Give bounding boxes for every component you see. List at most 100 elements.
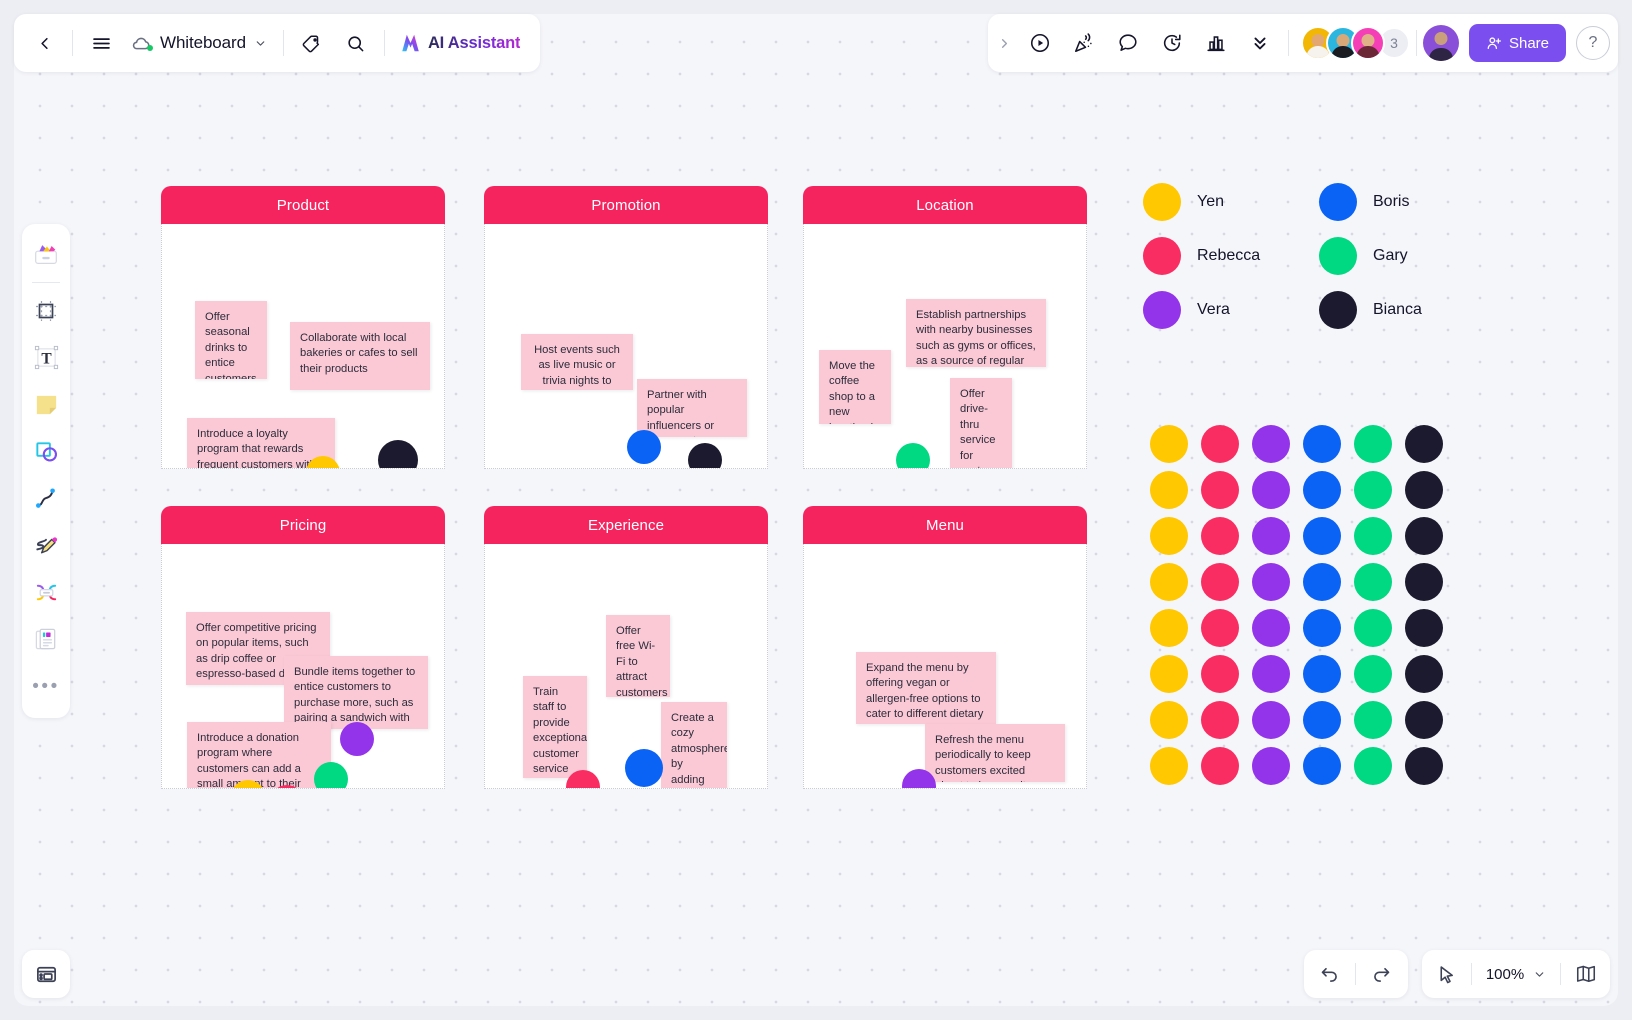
- palette-dot[interactable]: [1201, 609, 1239, 647]
- sticky-note[interactable]: Offer drive-thru service for customers w…: [950, 378, 1012, 468]
- palette-dot[interactable]: [1405, 425, 1443, 463]
- palette-dot[interactable]: [1303, 517, 1341, 555]
- frame[interactable]: Promotion Host events such as live music …: [484, 186, 768, 469]
- more-tools[interactable]: •••: [25, 664, 67, 709]
- pen-tool[interactable]: [25, 523, 67, 568]
- frame-title[interactable]: Product: [161, 186, 445, 224]
- connector-tool[interactable]: [25, 476, 67, 521]
- sticky-note-tool[interactable]: [25, 382, 67, 427]
- frame-title[interactable]: Pricing: [161, 506, 445, 544]
- frame-body[interactable]: Expand the menu by offering vegan or all…: [803, 544, 1087, 789]
- legend-item[interactable]: Boris: [1319, 183, 1473, 221]
- templates-tool[interactable]: [25, 231, 67, 276]
- palette-dot[interactable]: [1303, 655, 1341, 693]
- legend-color-swatch[interactable]: [1143, 237, 1181, 275]
- palette-dot[interactable]: [1150, 517, 1188, 555]
- help-button[interactable]: ?: [1576, 26, 1610, 60]
- more-tools-button[interactable]: [1238, 21, 1282, 65]
- legend-item[interactable]: Yen: [1143, 183, 1297, 221]
- frame-body[interactable]: Offer competitive pricing on popular ite…: [161, 544, 445, 789]
- frame-title[interactable]: Experience: [484, 506, 768, 544]
- palette-dot[interactable]: [1405, 655, 1443, 693]
- palette-dot[interactable]: [1354, 517, 1392, 555]
- cursor-tool-button[interactable]: [1422, 950, 1471, 998]
- present-play-button[interactable]: [1018, 21, 1062, 65]
- frame-title[interactable]: Menu: [803, 506, 1087, 544]
- frame-body[interactable]: Offer free Wi-Fi to attract customers wh…: [484, 544, 768, 789]
- palette-dot[interactable]: [1201, 563, 1239, 601]
- palette-dot[interactable]: [1252, 609, 1290, 647]
- legend-color-swatch[interactable]: [1319, 183, 1357, 221]
- legend-color-swatch[interactable]: [1143, 183, 1181, 221]
- share-button[interactable]: Share: [1468, 24, 1566, 62]
- frame-tool[interactable]: [25, 288, 67, 333]
- legend-color-swatch[interactable]: [1319, 237, 1357, 275]
- vote-dot[interactable]: [625, 749, 663, 787]
- palette-dot[interactable]: [1303, 609, 1341, 647]
- palette-dot[interactable]: [1150, 425, 1188, 463]
- palette-dot[interactable]: [1405, 563, 1443, 601]
- sticky-note[interactable]: Move the coffee shop to a new location i…: [819, 350, 891, 424]
- palette-dot[interactable]: [1303, 701, 1341, 739]
- palette-dot[interactable]: [1405, 701, 1443, 739]
- palette-dot[interactable]: [1354, 425, 1392, 463]
- palette-dot[interactable]: [1252, 517, 1290, 555]
- palette-dot[interactable]: [1201, 747, 1239, 785]
- frame-title[interactable]: Promotion: [484, 186, 768, 224]
- zoom-level-selector[interactable]: 100%: [1472, 950, 1560, 998]
- palette-dot[interactable]: [1150, 701, 1188, 739]
- frame[interactable]: Product Offer seasonal drinks to entice c…: [161, 186, 445, 469]
- palette-dot[interactable]: [1201, 471, 1239, 509]
- document-tool[interactable]: [25, 617, 67, 662]
- sticky-note[interactable]: Collaborate with local bakeries or cafes…: [290, 322, 430, 390]
- sticky-note[interactable]: Bundle items together to entice customer…: [284, 656, 428, 729]
- sticky-note[interactable]: Offer seasonal drinks to entice customer…: [195, 301, 267, 379]
- sticky-note[interactable]: Expand the menu by offering vegan or all…: [856, 652, 996, 724]
- sticky-note[interactable]: Introduce a donation program where custo…: [187, 722, 331, 788]
- frame[interactable]: Pricing Offer competitive pricing on popu…: [161, 506, 445, 789]
- palette-dot[interactable]: [1150, 655, 1188, 693]
- palette-dot[interactable]: [1252, 563, 1290, 601]
- palette-dot[interactable]: [1303, 425, 1341, 463]
- frame-body[interactable]: Offer seasonal drinks to entice customer…: [161, 224, 445, 469]
- palette-dot[interactable]: [1252, 471, 1290, 509]
- undo-button[interactable]: [1304, 950, 1355, 998]
- ai-assistant-button[interactable]: AI Assistant: [391, 21, 532, 65]
- frame[interactable]: Location Establish partnerships with near…: [803, 186, 1087, 469]
- avatar[interactable]: [1350, 26, 1385, 60]
- text-tool[interactable]: T: [25, 335, 67, 380]
- palette-dot[interactable]: [1201, 425, 1239, 463]
- comment-button[interactable]: [1106, 21, 1150, 65]
- legend-item[interactable]: Bianca: [1319, 291, 1473, 329]
- vote-dot[interactable]: [896, 443, 930, 468]
- palette-dot[interactable]: [1201, 517, 1239, 555]
- palette-dot[interactable]: [1150, 747, 1188, 785]
- palette-dot[interactable]: [1150, 563, 1188, 601]
- presentation-mode-button[interactable]: [22, 950, 70, 998]
- sticky-note[interactable]: Refresh the menu periodically to keep cu…: [925, 724, 1065, 782]
- palette-dot[interactable]: [1150, 471, 1188, 509]
- sticky-note[interactable]: Partner with popular influencers or blog…: [637, 379, 747, 437]
- palette-dot[interactable]: [1354, 747, 1392, 785]
- tag-button[interactable]: [290, 21, 334, 65]
- palette-dot[interactable]: [1354, 609, 1392, 647]
- palette-dot[interactable]: [1201, 701, 1239, 739]
- search-button[interactable]: [334, 21, 378, 65]
- legend-item[interactable]: Vera: [1143, 291, 1297, 329]
- palette-dot[interactable]: [1354, 563, 1392, 601]
- menu-button[interactable]: [79, 21, 123, 65]
- palette-dot[interactable]: [1201, 655, 1239, 693]
- sticky-note[interactable]: Offer free Wi-Fi to attract customers wh…: [606, 615, 670, 697]
- palette-dot[interactable]: [1405, 609, 1443, 647]
- palette-dot[interactable]: [1150, 609, 1188, 647]
- back-button[interactable]: [22, 21, 66, 65]
- palette-dot[interactable]: [1405, 517, 1443, 555]
- minimap-button[interactable]: [1561, 950, 1610, 998]
- current-user-avatar[interactable]: [1422, 25, 1459, 61]
- palette-dot[interactable]: [1252, 701, 1290, 739]
- palette-dot[interactable]: [1252, 747, 1290, 785]
- vote-dot[interactable]: [378, 440, 418, 468]
- vote-button[interactable]: [1194, 21, 1238, 65]
- palette-dot[interactable]: [1303, 747, 1341, 785]
- palette-dot[interactable]: [1405, 747, 1443, 785]
